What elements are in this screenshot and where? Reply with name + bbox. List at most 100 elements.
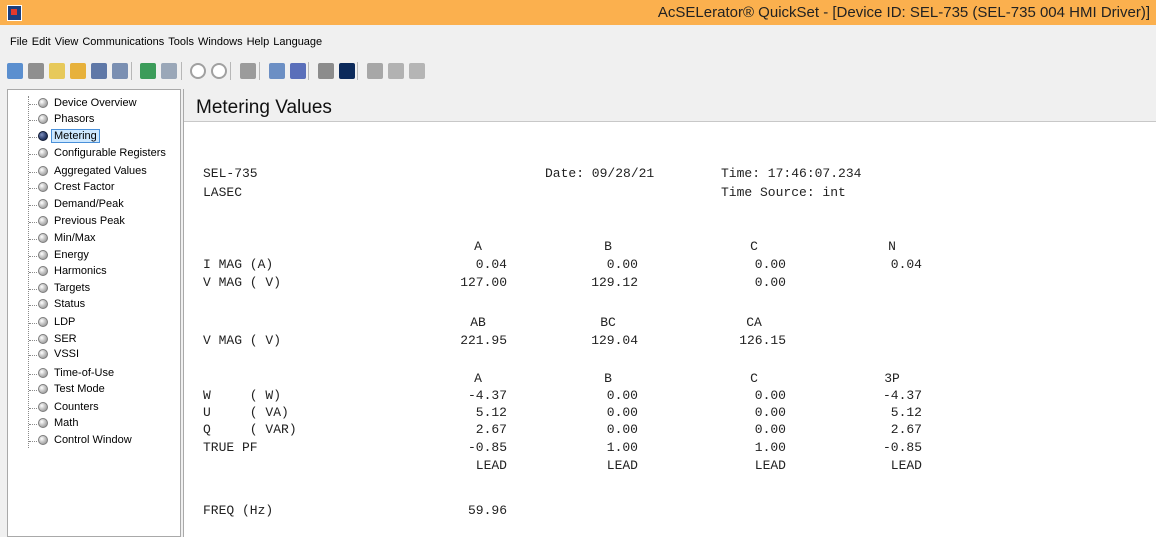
gear-icon[interactable] xyxy=(409,63,425,79)
gauge-icon[interactable] xyxy=(318,63,334,79)
tree-connector xyxy=(29,239,37,240)
import-icon[interactable] xyxy=(140,63,156,79)
nav-item-label: Phasors xyxy=(54,113,95,125)
menu-file[interactable]: File xyxy=(0,36,30,48)
nav-item-targets[interactable]: Targets xyxy=(8,281,182,297)
frequency-value: 59.96 xyxy=(467,503,507,518)
toolbar xyxy=(0,58,1156,84)
report-icon[interactable] xyxy=(367,63,383,79)
metering-value: LEAD xyxy=(890,458,922,473)
app-icon[interactable] xyxy=(7,5,22,21)
nav-item-label: Min/Max xyxy=(54,232,96,244)
nav-item-vssi[interactable]: VSSI xyxy=(8,347,182,363)
tree-connector xyxy=(29,408,37,409)
nav-item-harmonics[interactable]: Harmonics xyxy=(8,264,182,280)
node-bullet-icon xyxy=(38,418,48,428)
nav-item-device-overview[interactable]: Device Overview xyxy=(8,96,182,112)
menu-language[interactable]: Language xyxy=(271,36,324,48)
toolbar-separator xyxy=(181,62,182,80)
settings-icon[interactable] xyxy=(28,63,44,79)
row-label: U ( VA) xyxy=(203,405,289,420)
metering-value: 2.67 xyxy=(475,422,507,437)
column-header: BC xyxy=(600,315,616,330)
nav-item-label: Demand/Peak xyxy=(54,198,124,210)
nav-item-label: Control Window xyxy=(54,434,132,446)
wrench-icon[interactable] xyxy=(269,63,285,79)
metering-value: 0.00 xyxy=(754,422,786,437)
nav-item-metering[interactable]: Metering xyxy=(8,129,182,145)
nav-item-control-window[interactable]: Control Window xyxy=(8,433,182,449)
node-bullet-icon xyxy=(38,233,48,243)
title-bar: AcSELerator® QuickSet - [Device ID: SEL-… xyxy=(0,0,1156,25)
metering-value: 0.04 xyxy=(475,257,507,272)
menu-view[interactable]: View xyxy=(53,36,81,48)
terminal-icon[interactable] xyxy=(339,63,355,79)
nav-item-ser[interactable]: SER xyxy=(8,332,182,348)
save-all-icon[interactable] xyxy=(112,63,128,79)
metering-value: 0.00 xyxy=(754,388,786,403)
tree-connector xyxy=(29,137,37,138)
nav-item-label: Crest Factor xyxy=(54,181,115,193)
nav-item-time-of-use[interactable]: Time-of-Use xyxy=(8,366,182,382)
device-icon[interactable] xyxy=(290,63,306,79)
tree-connector xyxy=(29,188,37,189)
nav-item-test-mode[interactable]: Test Mode xyxy=(8,382,182,398)
nav-item-label: Metering xyxy=(51,129,100,143)
nav-item-ldp[interactable]: LDP xyxy=(8,315,182,331)
power-icon[interactable] xyxy=(190,63,206,79)
nav-item-counters[interactable]: Counters xyxy=(8,400,182,416)
export-icon[interactable] xyxy=(161,63,177,79)
column-header: B xyxy=(604,371,612,386)
tree-connector xyxy=(29,355,37,356)
node-bullet-icon xyxy=(38,216,48,226)
nav-item-status[interactable]: Status xyxy=(8,297,182,313)
tree-connector xyxy=(29,104,37,105)
menu-tools[interactable]: Tools xyxy=(166,36,196,48)
nav-item-previous-peak[interactable]: Previous Peak xyxy=(8,214,182,230)
nav-item-demand-peak[interactable]: Demand/Peak xyxy=(8,197,182,213)
nav-item-math[interactable]: Math xyxy=(8,416,182,432)
metering-value: LEAD xyxy=(606,458,638,473)
tree-connector xyxy=(29,340,37,341)
frequency-label: FREQ (Hz) xyxy=(203,503,274,518)
network-icon[interactable] xyxy=(240,63,256,79)
node-bullet-icon xyxy=(38,384,48,394)
node-bullet-icon xyxy=(38,166,48,176)
row-label: W ( W) xyxy=(203,388,282,403)
node-bullet-icon xyxy=(38,182,48,192)
menu-help[interactable]: Help xyxy=(245,36,272,48)
nav-item-label: Harmonics xyxy=(54,265,107,277)
save-icon[interactable] xyxy=(91,63,107,79)
nav-item-configurable-registers[interactable]: Configurable Registers xyxy=(8,146,182,162)
node-bullet-icon xyxy=(38,98,48,108)
nav-item-phasors[interactable]: Phasors xyxy=(8,112,182,128)
row-label: I MAG (A) xyxy=(203,257,274,272)
nav-item-aggregated-values[interactable]: Aggregated Values xyxy=(8,164,182,180)
metering-value: -4.37 xyxy=(467,388,507,403)
column-header: N xyxy=(888,239,896,254)
open-folder-icon[interactable] xyxy=(70,63,86,79)
nav-item-label: Time-of-Use xyxy=(54,367,115,379)
menu-edit[interactable]: Edit xyxy=(30,36,53,48)
nav-item-label: Math xyxy=(54,417,79,429)
nav-item-energy[interactable]: Energy xyxy=(8,248,182,264)
list-icon[interactable] xyxy=(388,63,404,79)
node-bullet-icon xyxy=(38,349,48,359)
metering-value: 221.95 xyxy=(460,333,507,348)
menu-windows[interactable]: Windows xyxy=(196,36,245,48)
metering-panel: Metering Values SEL-735 LASEC Date: 09/2… xyxy=(183,89,1156,537)
tree-connector xyxy=(29,424,37,425)
column-header: C xyxy=(750,239,758,254)
metering-value: 1.00 xyxy=(606,440,638,455)
nav-item-min-max[interactable]: Min/Max xyxy=(8,231,182,247)
metering-value: 5.12 xyxy=(475,405,507,420)
row-label: V MAG ( V) xyxy=(203,275,282,290)
menu-communications[interactable]: Communications xyxy=(80,36,166,48)
time-readout: Time: 17:46:07.234 xyxy=(721,166,862,181)
node-bullet-icon xyxy=(38,283,48,293)
new-file-icon[interactable] xyxy=(49,63,65,79)
connect-icon[interactable] xyxy=(211,63,227,79)
nav-item-crest-factor[interactable]: Crest Factor xyxy=(8,180,182,196)
home-icon[interactable] xyxy=(7,63,23,79)
tree-connector xyxy=(29,272,37,273)
